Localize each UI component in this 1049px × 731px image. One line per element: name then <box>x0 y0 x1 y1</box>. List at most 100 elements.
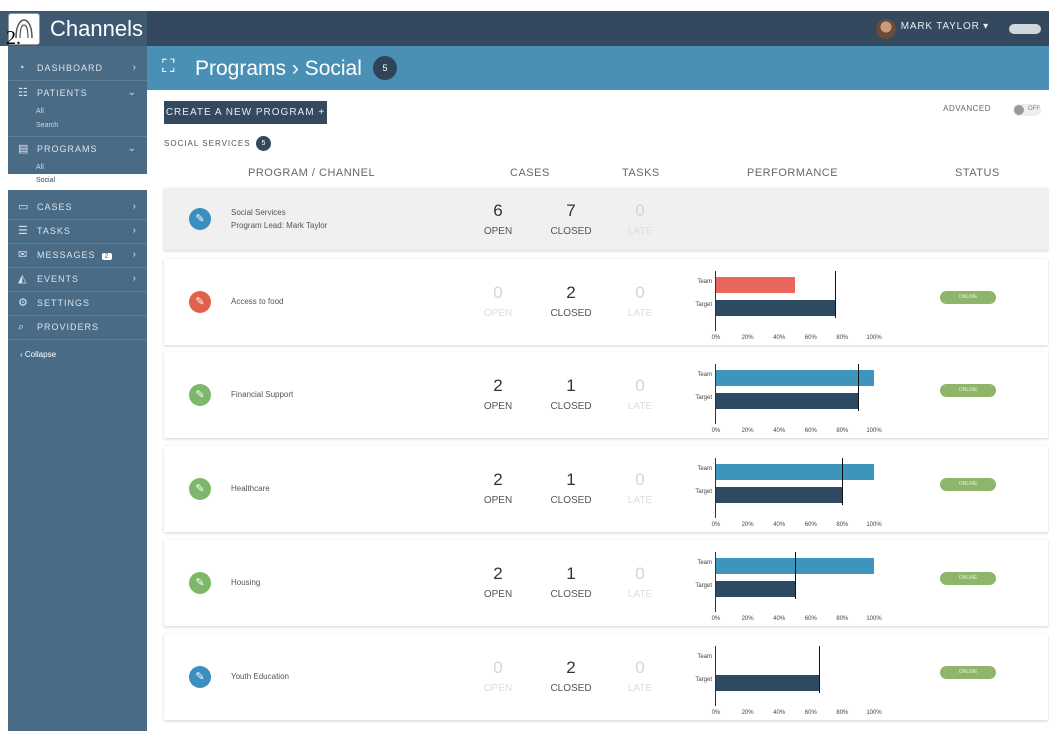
open-label: OPEN <box>483 495 513 506</box>
page-title: Programs › Social <box>195 57 362 80</box>
tick-label: 20% <box>741 335 754 341</box>
status-badge: ONLINE <box>940 291 996 304</box>
late-task-count: 0 <box>635 564 645 583</box>
programs-icon: ▤ <box>18 143 30 155</box>
sidebar-item-providers[interactable]: ⌕ PROVIDERS <box>8 315 147 339</box>
status-badge: ONLINE <box>940 666 996 679</box>
open-count: 2 <box>493 376 503 395</box>
toggle-knob <box>1014 105 1024 115</box>
table-row[interactable]: ✎ Access to food 0 OPEN 2 CLOSED 0 LATE … <box>164 259 1048 345</box>
avatar[interactable] <box>876 19 896 39</box>
tick-label: 60% <box>804 335 817 341</box>
late-task-label: LATE <box>627 589 653 600</box>
edit-pencil-icon[interactable]: ✎ <box>189 572 211 594</box>
tick-label: 20% <box>741 616 754 622</box>
table-row[interactable]: ✎ Financial Support 2 OPEN 1 CLOSED 0 LA… <box>164 352 1048 438</box>
tick-label: 80% <box>836 522 849 528</box>
sidebar-item-tasks[interactable]: ☰ TASKS › <box>8 219 147 243</box>
edit-pencil-icon[interactable]: ✎ <box>189 208 211 230</box>
edit-pencil-icon[interactable]: ✎ <box>189 291 211 313</box>
tick-label: 60% <box>804 428 817 434</box>
tick-label: 80% <box>836 428 849 434</box>
late-task-label: LATE <box>627 308 653 319</box>
create-program-button[interactable]: CREATE A NEW PROGRAM + <box>164 101 327 124</box>
target-bar <box>716 487 843 503</box>
sidebar-item-programs[interactable]: ▤ PROGRAMS ⌄ <box>8 137 147 161</box>
target-line <box>842 458 844 505</box>
closed-label: CLOSED <box>550 589 592 600</box>
patients-icon: ☷ <box>18 87 29 99</box>
team-bar <box>716 464 874 480</box>
closed-label: CLOSED <box>550 308 592 319</box>
tick-label: 60% <box>804 522 817 528</box>
sidebar-item-label: PROGRAMS <box>37 144 98 154</box>
target-line <box>834 271 836 318</box>
user-menu[interactable]: MARK TAYLOR ▾ <box>901 21 989 32</box>
tick-label: 80% <box>836 710 849 716</box>
late-task-count: 0 <box>635 470 645 489</box>
table-row-parent[interactable]: ✎ Social Services Program Lead: Mark Tay… <box>164 188 1048 250</box>
tick-label: 0% <box>711 428 721 434</box>
program-name: Housing <box>231 578 261 587</box>
sidebar-item-events[interactable]: ◭ EVENTS › <box>8 267 147 291</box>
target-line <box>858 364 860 411</box>
open-label: OPEN <box>483 401 513 412</box>
series-label: Target <box>695 677 712 683</box>
sidebar-item-label: MESSAGES 2 <box>37 250 113 260</box>
series-label: Team <box>697 372 712 378</box>
programs-icon: ⛶ <box>162 56 175 76</box>
sidebar-subitem-patients-search[interactable]: Search <box>36 122 58 129</box>
sidebar-subitem-patients-all[interactable]: All <box>36 108 44 115</box>
table-row[interactable]: ✎ Healthcare 2 OPEN 1 CLOSED 0 LATE Team… <box>164 446 1048 532</box>
late-task-count: 0 <box>635 376 645 395</box>
advanced-toggle[interactable]: OFF <box>1013 104 1041 116</box>
edit-pencil-icon[interactable]: ✎ <box>189 384 211 406</box>
sidebar-subitem-programs-social[interactable]: Social <box>8 174 147 190</box>
sidebar-item-label: CASES <box>37 202 73 212</box>
series-label: Target <box>695 302 712 308</box>
chevron-right-icon: › <box>132 249 137 260</box>
late-task-label: LATE <box>627 683 653 694</box>
series-label: Team <box>697 560 712 566</box>
table-row[interactable]: ✎ Youth Education 0 OPEN 2 CLOSED 0 LATE… <box>164 634 1048 720</box>
collapse-label: ‹ Collapse <box>20 350 57 359</box>
target-bar <box>716 300 835 316</box>
sidebar-subitem-label: Social <box>36 177 56 184</box>
program-name: Access to food <box>231 297 284 306</box>
open-count: 2 <box>493 564 503 583</box>
performance-chart: Team Target 0% 20% 40% 60% 80% 100% <box>684 271 884 347</box>
edit-pencil-icon[interactable]: ✎ <box>189 666 211 688</box>
column-header-tasks: TASKS <box>622 167 660 179</box>
closed-count: 1 <box>566 564 576 583</box>
target-line <box>795 552 796 599</box>
program-name: Financial Support <box>231 390 294 399</box>
column-header-performance: PERFORMANCE <box>747 167 839 179</box>
late-task-count: 0 <box>635 201 645 220</box>
series-label: Team <box>697 279 712 285</box>
advanced-label: ADVANCED <box>943 104 991 113</box>
tick-label: 100% <box>866 616 882 622</box>
sidebar-item-text: MESSAGES <box>37 250 96 260</box>
program-lead: Program Lead: Mark Taylor <box>231 221 328 230</box>
user-status-pill[interactable] <box>1009 24 1041 34</box>
target-bar <box>716 675 819 691</box>
late-task-label: LATE <box>627 226 653 237</box>
sidebar-item-messages[interactable]: ✉ MESSAGES 2 › <box>8 243 147 267</box>
edit-pencil-icon[interactable]: ✎ <box>189 478 211 500</box>
sidebar-item-patients[interactable]: ☷ PATIENTS ⌄ <box>8 81 147 105</box>
sidebar-item-dashboard[interactable]: ◔ DASHBOARD › <box>8 56 147 80</box>
tick-label: 60% <box>804 710 817 716</box>
sidebar-item-settings[interactable]: ⚙ SETTINGS <box>8 291 147 315</box>
search-icon: ⌕ <box>18 321 26 333</box>
sidebar-subitem-programs-all[interactable]: All <box>36 164 44 171</box>
tick-label: 100% <box>866 335 882 341</box>
team-bar <box>716 277 795 293</box>
table-row[interactable]: ✎ Housing 2 OPEN 1 CLOSED 0 LATE Team Tar… <box>164 540 1048 626</box>
closed-count: 1 <box>566 470 576 489</box>
sidebar-collapse-button[interactable]: ‹ Collapse <box>8 343 147 367</box>
chevron-right-icon: › <box>132 273 137 284</box>
open-label: OPEN <box>483 308 513 319</box>
late-task-count: 0 <box>635 658 645 677</box>
program-name: Social Services <box>231 208 286 217</box>
sidebar-item-cases[interactable]: ▭ CASES › <box>8 195 147 219</box>
